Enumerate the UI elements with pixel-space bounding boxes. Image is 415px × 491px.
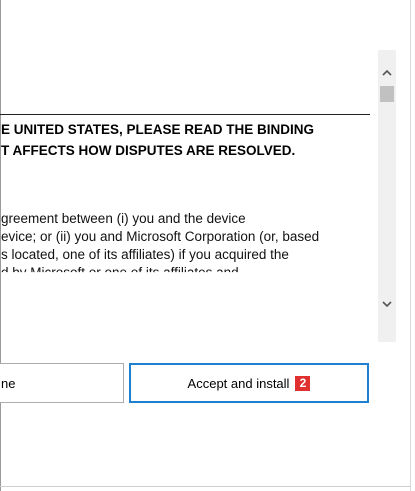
- license-body: greement between (i) you and the device …: [1, 210, 378, 282]
- accept-button-label: Accept and install: [187, 375, 290, 391]
- body-line: s located, one of its affiliates) if you…: [1, 247, 289, 262]
- body-line: greement between (i) you and the device: [1, 211, 246, 226]
- accept-and-install-button[interactable]: Accept and install 2: [129, 363, 369, 403]
- heading-line: T AFFECTS HOW DISPUTES ARE RESOLVED.: [1, 143, 296, 158]
- body-line: d by Microsoft or one of its affiliates …: [1, 265, 239, 280]
- license-text-area[interactable]: E UNITED STATES, PLEASE READ THE BINDING…: [0, 50, 378, 342]
- license-window: E UNITED STATES, PLEASE READ THE BINDING…: [0, 0, 415, 491]
- window-right-border: [410, 0, 411, 491]
- vertical-scrollbar[interactable]: [378, 50, 396, 342]
- section-divider: [0, 114, 370, 115]
- decline-button-label: ne: [1, 375, 16, 391]
- chevron-down-icon[interactable]: [378, 296, 396, 312]
- decline-button[interactable]: ne: [0, 363, 124, 403]
- scrollbar-thumb[interactable]: [380, 86, 394, 102]
- window-bottom-border: [0, 486, 411, 487]
- body-line: evice; or (ii) you and Microsoft Corpora…: [1, 229, 320, 244]
- license-heading: E UNITED STATES, PLEASE READ THE BINDING…: [1, 119, 378, 161]
- step-number-badge: 2: [295, 375, 311, 391]
- heading-line: E UNITED STATES, PLEASE READ THE BINDING: [1, 122, 315, 137]
- chevron-up-icon[interactable]: [378, 64, 396, 80]
